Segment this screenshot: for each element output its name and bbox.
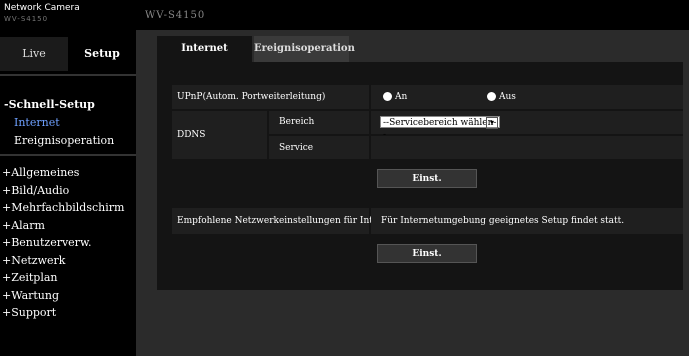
sidebar: Live Setup -Schnell-Setup Internet Ereig…: [0, 30, 136, 356]
sidebar-item-internet[interactable]: Internet: [14, 116, 60, 129]
section-schnell-setup[interactable]: -Schnell-Setup: [4, 98, 95, 111]
setup-button[interactable]: Setup: [68, 37, 136, 71]
upnp-on-radio[interactable]: [383, 92, 392, 101]
brand-area: Network Camera WV-S4150: [0, 0, 136, 30]
bereich-select[interactable]: --Servicebereich wählen-- ▾: [380, 116, 500, 140]
menu-item-benutzerverw[interactable]: +Benutzerverw.: [2, 234, 124, 252]
settings-panel: UPnP(Autom. Portweiterleitung) An Aus DD…: [157, 62, 683, 290]
mode-switch: Live Setup: [0, 37, 136, 71]
recommended-set-button[interactable]: Einst.: [377, 244, 477, 263]
menu-item-alarm[interactable]: +Alarm: [2, 217, 124, 235]
sidebar-item-ereignisoperation[interactable]: Ereignisoperation: [14, 134, 114, 147]
divider: [0, 154, 136, 156]
camera-model: WV-S4150: [145, 10, 206, 21]
ddns-label: DDNS: [177, 130, 206, 140]
menu-item-mehrfachbildschirm[interactable]: +Mehrfachbildschirm: [2, 199, 124, 217]
tab-internet[interactable]: Internet: [157, 36, 252, 62]
upnp-value-cell: [371, 85, 683, 109]
divider: [0, 74, 136, 76]
menu-item-wartung[interactable]: +Wartung: [2, 287, 124, 305]
service-value-cell: [371, 136, 683, 159]
upnp-off-radio[interactable]: [487, 92, 496, 101]
menu-item-netzwerk[interactable]: +Netzwerk: [2, 252, 124, 270]
upnp-label: UPnP(Autom. Portweiterleitung): [177, 92, 326, 102]
tab-ereignisoperation[interactable]: Ereignisoperation: [254, 36, 355, 62]
set-button[interactable]: Einst.: [377, 169, 477, 188]
menu-item-zeitplan[interactable]: +Zeitplan: [2, 269, 124, 287]
chevron-down-icon: ▾: [486, 117, 498, 129]
sidebar-menu: +Allgemeines +Bild/Audio +Mehrfachbildsc…: [2, 164, 124, 322]
recommended-desc: Für Internetumgebung geeignetes Setup fi…: [381, 216, 625, 226]
service-label: Service: [279, 143, 314, 153]
menu-item-allgemeines[interactable]: +Allgemeines: [2, 164, 124, 182]
brand-subtitle: WV-S4150: [4, 15, 49, 23]
menu-item-bild-audio[interactable]: +Bild/Audio: [2, 182, 124, 200]
live-button[interactable]: Live: [0, 37, 68, 71]
upnp-off-label: Aus: [499, 92, 516, 102]
upnp-on-label: An: [395, 92, 408, 102]
bereich-label: Bereich: [279, 117, 315, 127]
recommended-label: Empfohlene Netzwerkeinstellungen für Int…: [177, 216, 398, 226]
menu-item-support[interactable]: +Support: [2, 304, 124, 322]
brand-title: Network Camera: [4, 3, 80, 13]
